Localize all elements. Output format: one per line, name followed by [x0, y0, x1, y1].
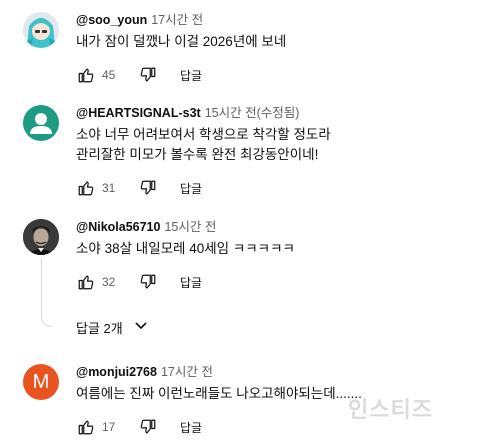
comment-text: 소야 38살 내일모레 40세임 ㅋㅋㅋㅋㅋ	[76, 239, 476, 259]
dislike-button[interactable]	[138, 65, 158, 85]
comment-body: @soo_youn 17시간 전 내가 잠이 덜깼나 이걸 2026년에 보네	[76, 12, 476, 52]
anime-character-avatar-icon	[23, 12, 59, 48]
comment-author[interactable]: @Nikola56710	[76, 220, 160, 234]
comment-meta: @soo_youn 17시간 전	[76, 12, 476, 28]
avatar[interactable]	[23, 105, 59, 141]
dislike-button[interactable]	[138, 178, 158, 198]
dislike-button[interactable]	[138, 272, 158, 292]
comment-author[interactable]: @monjui2768	[76, 365, 157, 379]
avatar[interactable]	[23, 219, 59, 255]
like-button[interactable]	[76, 65, 96, 85]
portrait-photo-avatar-icon	[23, 219, 59, 255]
like-button[interactable]	[76, 272, 96, 292]
comment-time[interactable]: 15시간 전	[164, 220, 216, 234]
thumbs-up-icon	[78, 68, 94, 83]
thumbs-down-icon	[140, 67, 156, 82]
thumbs-up-icon	[78, 275, 94, 290]
like-count: 45	[102, 68, 116, 82]
dislike-button[interactable]	[138, 417, 158, 437]
thumbs-down-icon	[140, 274, 156, 289]
avatar[interactable]	[23, 12, 59, 48]
reply-button[interactable]: 답글	[180, 419, 202, 436]
comment-text: 소야 너무 어려보여서 학생으로 착각할 정도라 관리잘한 미모가 볼수록 완전…	[76, 125, 476, 165]
comment-author[interactable]: @HEARTSIGNAL-s3t	[76, 106, 201, 120]
reply-button[interactable]: 답글	[180, 180, 202, 197]
thumbs-down-icon	[140, 180, 156, 195]
comment-body: @Nikola56710 15시간 전 소야 38살 내일모레 40세임 ㅋㅋㅋㅋ…	[76, 219, 476, 259]
comment-actions: 17 답글	[76, 415, 202, 439]
thumbs-down-icon	[140, 419, 156, 434]
thumbs-up-icon	[78, 420, 94, 435]
comment-author[interactable]: @soo_youn	[76, 13, 147, 27]
comment-meta: @Nikola56710 15시간 전	[76, 219, 476, 235]
comment-actions: 32 답글	[76, 270, 202, 294]
like-button[interactable]	[76, 417, 96, 437]
like-count: 32	[102, 275, 116, 289]
comment-text-line: 소야 너무 어려보여서 학생으로 착각할 정도라	[76, 127, 331, 142]
comment-actions: 45 답글	[76, 63, 202, 87]
reply-thread-connector	[41, 258, 52, 327]
like-count: 31	[102, 181, 116, 195]
view-replies-button[interactable]: 답글 2개	[76, 317, 149, 337]
comment-time[interactable]: 17시간 전	[161, 365, 213, 379]
watermark: 인스티즈	[348, 397, 433, 422]
comment-time[interactable]: 17시간 전	[151, 13, 203, 27]
comment-text: 내가 잠이 덜깼나 이걸 2026년에 보네	[76, 32, 476, 52]
comment-text-line: 관리잘한 미모가 볼수록 완전 최강동안이네!	[76, 147, 319, 162]
like-count: 17	[102, 420, 116, 434]
comment-meta: @monjui2768 17시간 전	[76, 364, 476, 380]
comment-meta: @HEARTSIGNAL-s3t 15시간 전(수정됨)	[76, 105, 476, 121]
comment-text-line: 내가 잠이 덜깼나 이걸 2026년에 보네	[76, 34, 287, 49]
comment-text-line: 소야 38살 내일모레 40세임 ㅋㅋㅋㅋㅋ	[76, 241, 295, 256]
reply-button[interactable]: 답글	[180, 67, 202, 84]
comment-time[interactable]: 15시간 전(수정됨)	[205, 106, 300, 120]
comment-actions: 31 답글	[76, 176, 202, 200]
replies-count-label: 답글 2개	[76, 320, 123, 336]
comment-body: @HEARTSIGNAL-s3t 15시간 전(수정됨) 소야 너무 어려보여서 …	[76, 105, 476, 165]
avatar-letter: M	[32, 371, 50, 393]
thumbs-up-icon	[78, 181, 94, 196]
like-button[interactable]	[76, 178, 96, 198]
chevron-down-icon	[133, 318, 149, 337]
reply-button[interactable]: 답글	[180, 274, 202, 291]
avatar[interactable]: M	[23, 364, 59, 400]
default-user-avatar-icon	[30, 113, 52, 134]
